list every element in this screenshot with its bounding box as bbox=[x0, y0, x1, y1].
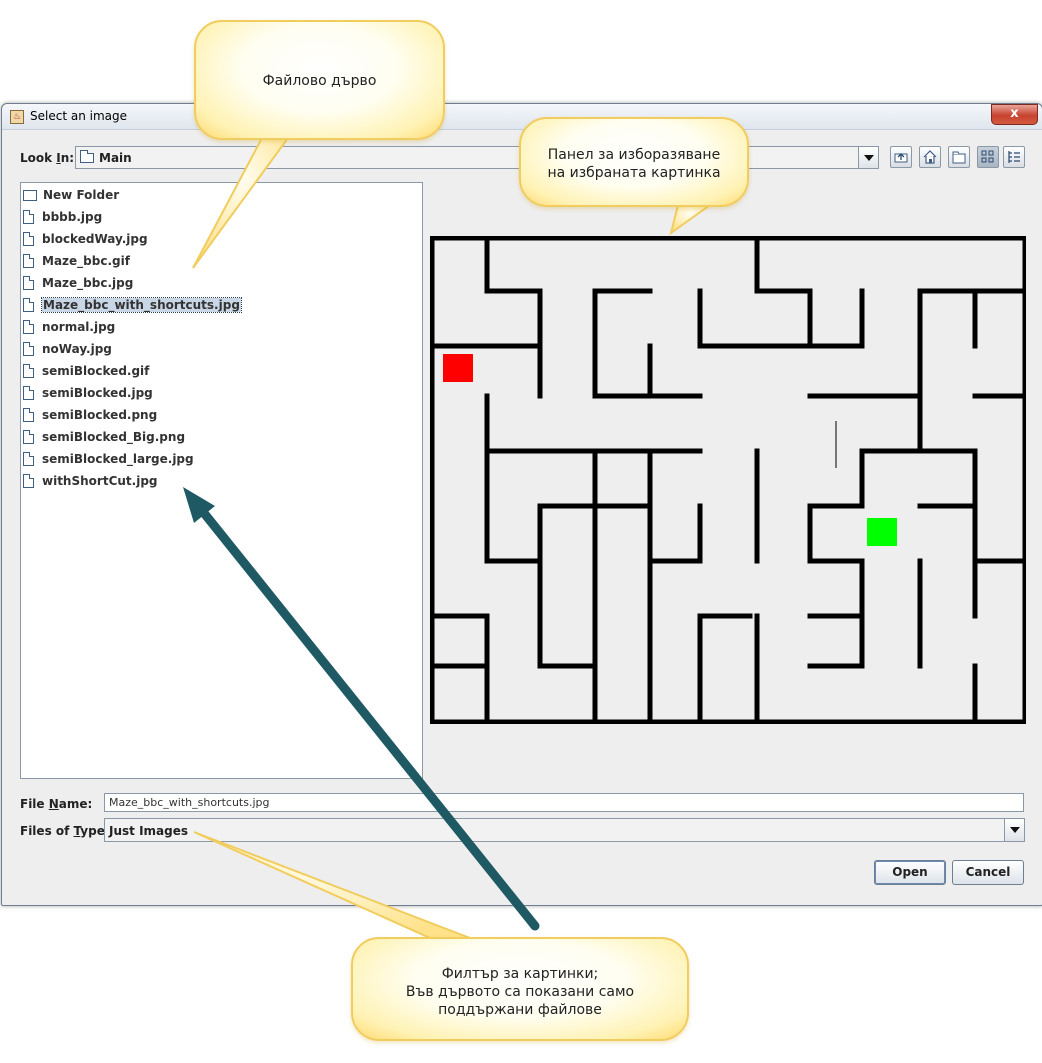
file-tree-callout: Файлово дърво bbox=[194, 20, 445, 140]
preview-callout: Панел за изборазяване на избраната картин… bbox=[519, 117, 749, 207]
filter-callout-tail bbox=[193, 831, 471, 939]
preview-callout-tail bbox=[669, 204, 714, 236]
file-tree-callout-tail bbox=[192, 137, 290, 269]
filter-callout: Филтър за картинки; Във дървото са показа… bbox=[351, 937, 689, 1041]
filter-arrow-shaft bbox=[195, 503, 540, 931]
